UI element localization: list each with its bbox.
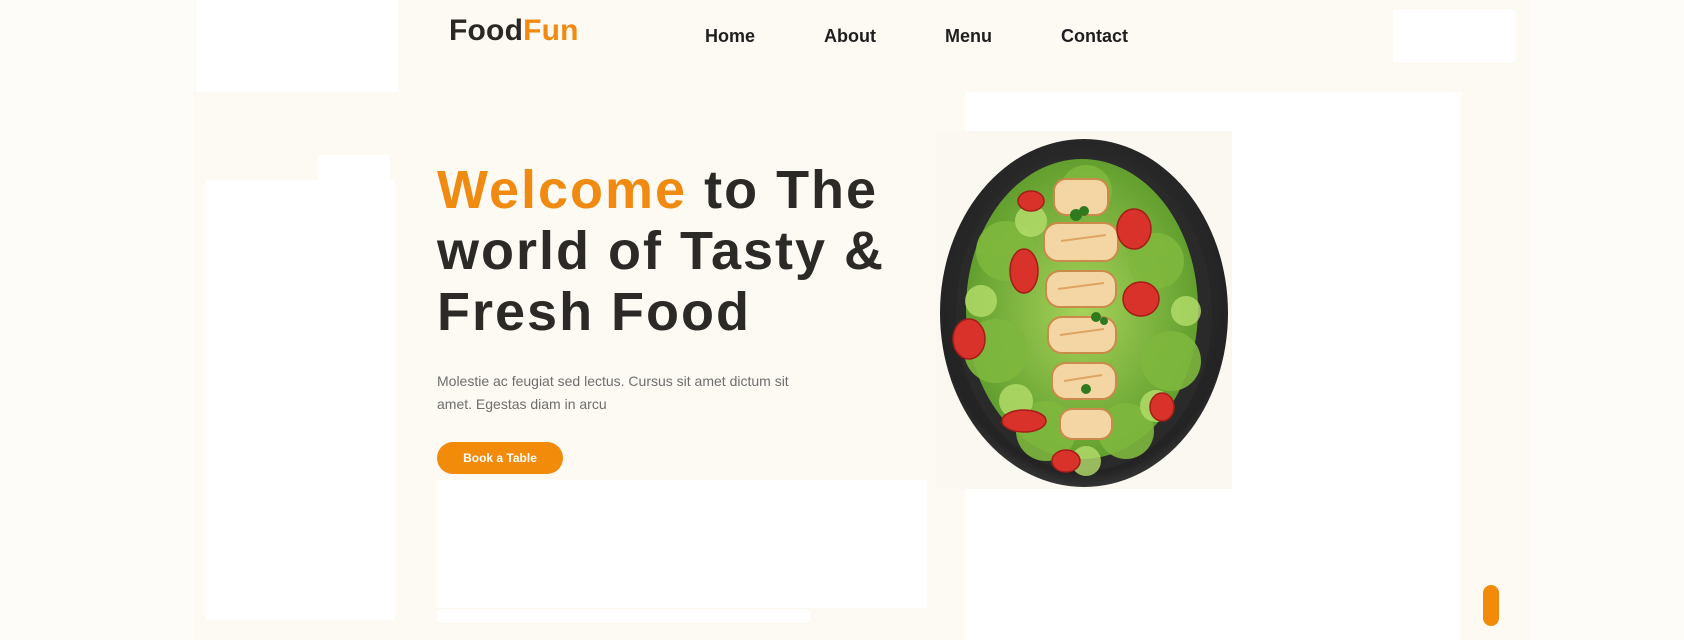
nav-link-contact[interactable]: Contact — [1061, 26, 1128, 47]
nav-link-about[interactable]: About — [824, 26, 876, 47]
logo-text-accent: Fun — [523, 14, 579, 47]
book-table-button[interactable]: Book a Table — [437, 442, 563, 474]
hero-title-accent: Welcome — [437, 160, 688, 220]
background-panel-bottom-strip — [437, 610, 810, 622]
background-panel-left-small — [318, 155, 390, 185]
scroll-to-top-icon[interactable] — [1483, 585, 1499, 626]
hero-description: Molestie ac feugiat sed lectus. Cursus s… — [437, 373, 789, 412]
background-panel-top-left — [196, 0, 398, 92]
background-panel-bottom-center — [437, 480, 927, 608]
salad-plate-icon — [940, 139, 1228, 487]
salad-plate-image — [936, 131, 1232, 489]
background-panel-right-top — [1393, 10, 1515, 62]
hero-title: Welcome to The world of Tasty & Fresh Fo… — [437, 160, 957, 343]
site-logo[interactable]: FoodFun — [449, 14, 579, 48]
logo-text-primary: Food — [449, 14, 524, 47]
nav-link-home[interactable]: Home — [705, 26, 755, 47]
nav-link-menu[interactable]: Menu — [945, 26, 992, 47]
background-panel-left — [205, 180, 395, 620]
